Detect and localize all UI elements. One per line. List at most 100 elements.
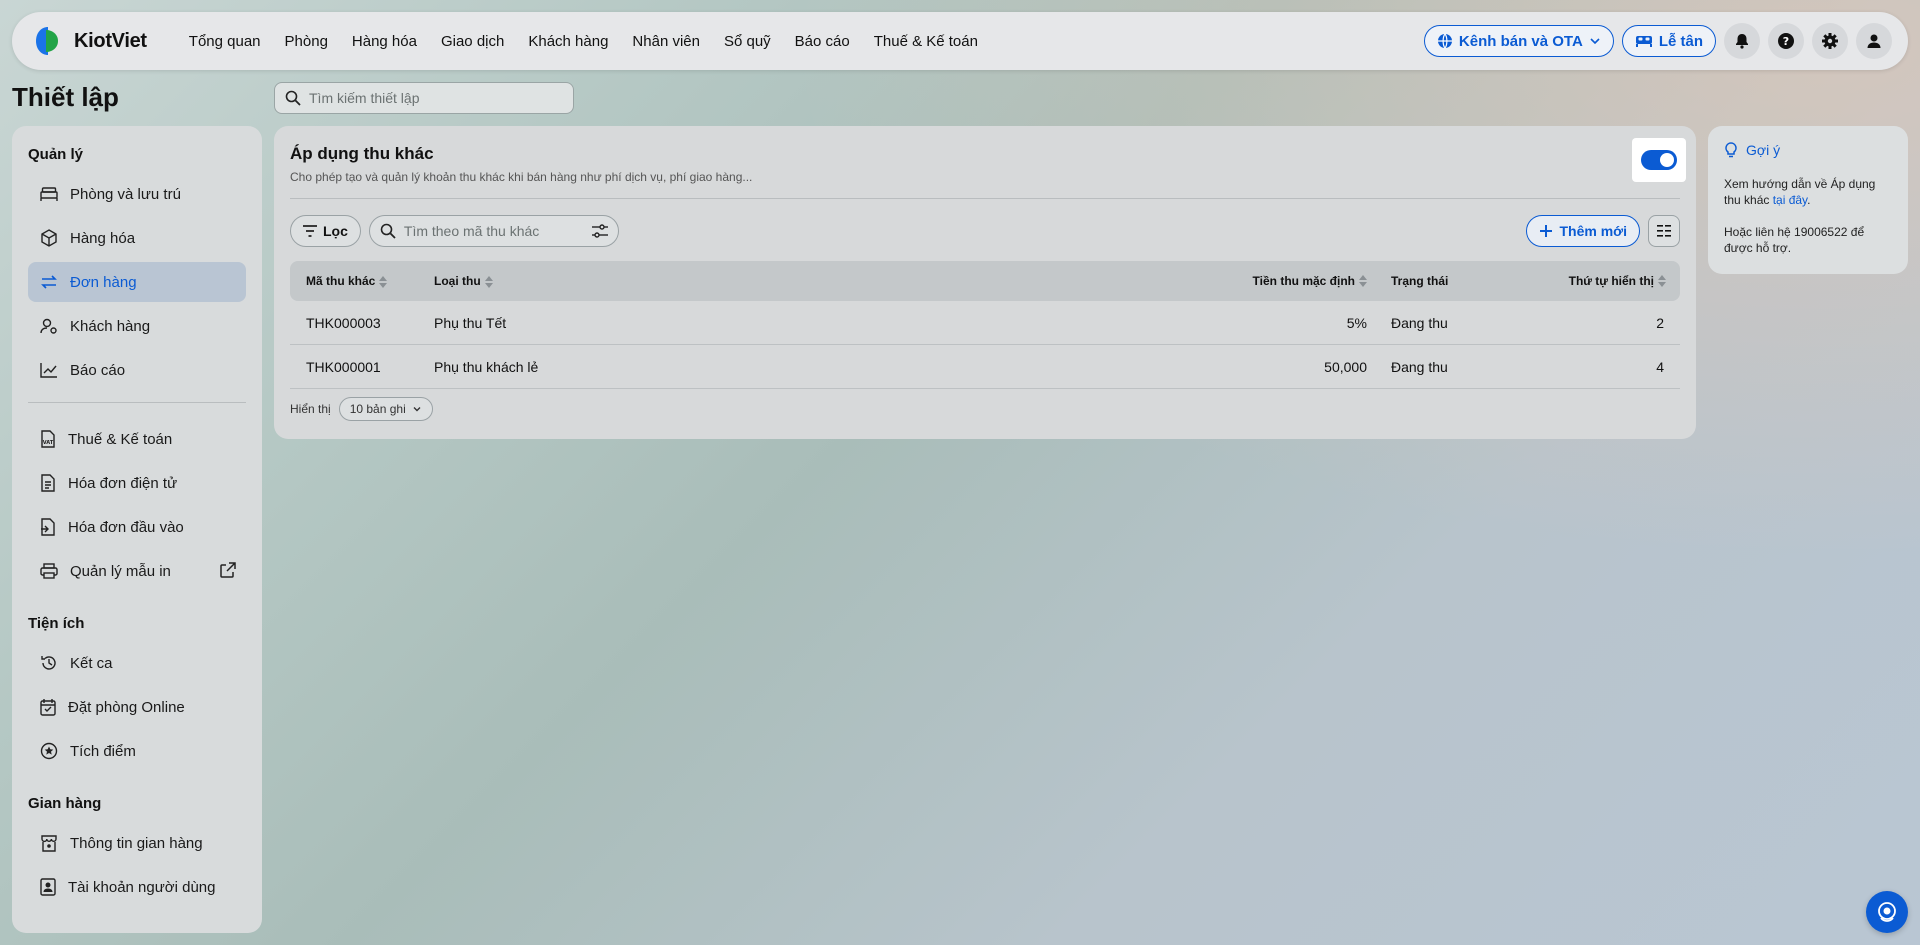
nav-item[interactable]: Báo cáo	[783, 33, 862, 50]
external-link-icon[interactable]	[220, 562, 236, 582]
section-description: Cho phép tạo và quản lý khoản thu khác k…	[290, 170, 753, 184]
page-title: Thiết lập	[12, 82, 119, 112]
sidebar-divider	[28, 402, 246, 403]
header-display-order[interactable]: Thứ tự hiển thị	[1527, 274, 1680, 288]
reception-label: Lễ tân	[1658, 32, 1703, 50]
svg-text:VAT: VAT	[43, 440, 54, 446]
filter-button[interactable]: Lọc	[290, 215, 361, 247]
sidebar-item[interactable]: Khách hàng	[28, 306, 246, 346]
sidebar-item-label: Khách hàng	[70, 317, 151, 335]
channel-ota-button[interactable]: Kênh bán và OTA	[1423, 25, 1614, 57]
box-icon	[40, 229, 58, 247]
sidebar-section-title: Quản lý	[28, 146, 84, 163]
table-cell: 50,000	[1324, 358, 1367, 375]
kiotviet-logo-icon	[32, 24, 66, 58]
hint-contact: Hoặc liên hệ 19006522 để được hỗ trợ.	[1724, 225, 1865, 255]
column-settings-button[interactable]	[1648, 215, 1680, 247]
header-code[interactable]: Mã thu khác	[290, 274, 434, 288]
sidebar-item-label: Hàng hóa	[70, 229, 136, 247]
sidebar-item[interactable]: Phòng và lưu trú	[28, 174, 246, 214]
nav-item[interactable]: Thuế & Kế toán	[862, 33, 990, 50]
sidebar-item-label: Hóa đơn điện tử	[68, 474, 178, 492]
swap-icon	[40, 274, 58, 290]
chart-icon	[40, 362, 58, 378]
other-charges-table: Mã thu khác Loại thu Tiền thu mặc định T…	[290, 261, 1680, 389]
headset-icon	[1878, 902, 1896, 922]
table-cell: 2	[1656, 314, 1664, 331]
bed-icon	[40, 186, 58, 202]
sidebar-item[interactable]: Tài khoản người dùng	[28, 867, 246, 907]
add-new-button[interactable]: Thêm mới	[1526, 215, 1640, 247]
sidebar-section-title: Tiện ích	[28, 615, 85, 632]
charge-search-input[interactable]	[403, 223, 584, 239]
svg-text:?: ?	[1783, 35, 1789, 48]
sidebar-item[interactable]: Đơn hàng	[28, 262, 246, 302]
sidebar-item-label: Tài khoản người dùng	[68, 878, 216, 896]
sidebar-item[interactable]: Hàng hóa	[28, 218, 246, 258]
header-type[interactable]: Loại thu	[434, 274, 994, 288]
calendar-check-icon	[40, 698, 56, 716]
charge-search[interactable]	[368, 215, 619, 247]
support-chat-button[interactable]	[1866, 891, 1908, 933]
help-icon: ?	[1778, 33, 1794, 49]
document-import-icon	[40, 518, 56, 536]
sidebar-item[interactable]: Đặt phòng Online	[28, 687, 246, 727]
page-size-select[interactable]: 10 bản ghi	[338, 397, 433, 421]
notification-button[interactable]	[1724, 23, 1760, 59]
sidebar-item-label: Đặt phòng Online	[68, 698, 185, 716]
sliders-icon[interactable]	[591, 224, 608, 238]
header-default-amount[interactable]: Tiền thu mặc định	[994, 274, 1367, 288]
user-badge-icon	[40, 878, 56, 896]
sidebar-item[interactable]: Hóa đơn đầu vào	[28, 507, 246, 547]
hint-title: Gợi ý	[1724, 142, 1892, 158]
nav-item[interactable]: Phòng	[273, 33, 340, 50]
account-button[interactable]	[1856, 23, 1892, 59]
user-settings-icon	[40, 317, 58, 335]
logo[interactable]: KiotViet	[32, 24, 147, 58]
sidebar-item[interactable]: Thông tin gian hàng	[28, 823, 246, 863]
table-cell: Phụ thu khách lẻ	[434, 358, 539, 375]
search-icon	[380, 223, 396, 239]
table-cell: Đang thu	[1391, 358, 1448, 375]
sidebar-item[interactable]: Tích điểm	[28, 731, 246, 771]
hint-link[interactable]: tại đây	[1773, 193, 1807, 207]
settings-search[interactable]	[274, 82, 574, 114]
reception-button[interactable]: Lễ tân	[1621, 25, 1716, 57]
nav-item[interactable]: Khách hàng	[516, 33, 620, 50]
chevron-down-icon	[1590, 38, 1600, 45]
nav-item[interactable]: Hàng hóa	[340, 33, 429, 50]
apply-toggle-wrapper	[1632, 138, 1686, 182]
sidebar-item[interactable]: Quản lý mẫu in	[28, 551, 246, 591]
sort-icon	[1658, 275, 1666, 287]
filter-label: Lọc	[323, 223, 348, 239]
table-cell: 4	[1656, 358, 1664, 375]
sidebar-item[interactable]: Kết ca	[28, 643, 246, 683]
sidebar-section-title: Gian hàng	[28, 795, 102, 812]
sidebar-item-label: Kết ca	[70, 654, 113, 672]
help-button[interactable]: ?	[1768, 23, 1804, 59]
table-cell: Phụ thu Tết	[434, 314, 507, 331]
sidebar-item[interactable]: Hóa đơn điện tử	[28, 463, 246, 503]
search-icon	[285, 90, 301, 106]
gear-icon	[1822, 33, 1838, 49]
sidebar-item[interactable]: Báo cáo	[28, 350, 246, 390]
table-cell: Đang thu	[1391, 314, 1448, 331]
table-cell: THK000003	[306, 314, 381, 331]
nav-item[interactable]: Tổng quan	[177, 33, 273, 50]
other-charges-card: Áp dụng thu khác Cho phép tạo và quản lý…	[274, 126, 1696, 439]
settings-search-input[interactable]	[309, 90, 549, 106]
sidebar-item[interactable]: VAT Thuế & Kế toán	[28, 419, 246, 459]
apply-other-charges-toggle[interactable]	[1641, 150, 1677, 170]
document-icon	[40, 474, 56, 492]
plus-icon	[1540, 225, 1553, 237]
table-row[interactable]: THK000003 Phụ thu Tết 5% Đang thu 2	[290, 301, 1680, 345]
globe-icon	[1437, 33, 1452, 49]
nav-item[interactable]: Sổ quỹ	[712, 33, 783, 50]
settings-sidebar: Quản lý Phòng và lưu trú Hàng hóa Đơn hàng K…	[12, 126, 262, 933]
table-row[interactable]: THK000001 Phụ thu khách lẻ 50,000 Đang thu 4	[290, 345, 1680, 389]
nav-item[interactable]: Nhân viên	[620, 33, 712, 50]
section-title: Áp dụng thu khác	[290, 144, 434, 163]
settings-button[interactable]	[1812, 23, 1848, 59]
table-header: Mã thu khác Loại thu Tiền thu mặc định T…	[290, 261, 1680, 301]
nav-item[interactable]: Giao dịch	[429, 33, 516, 50]
